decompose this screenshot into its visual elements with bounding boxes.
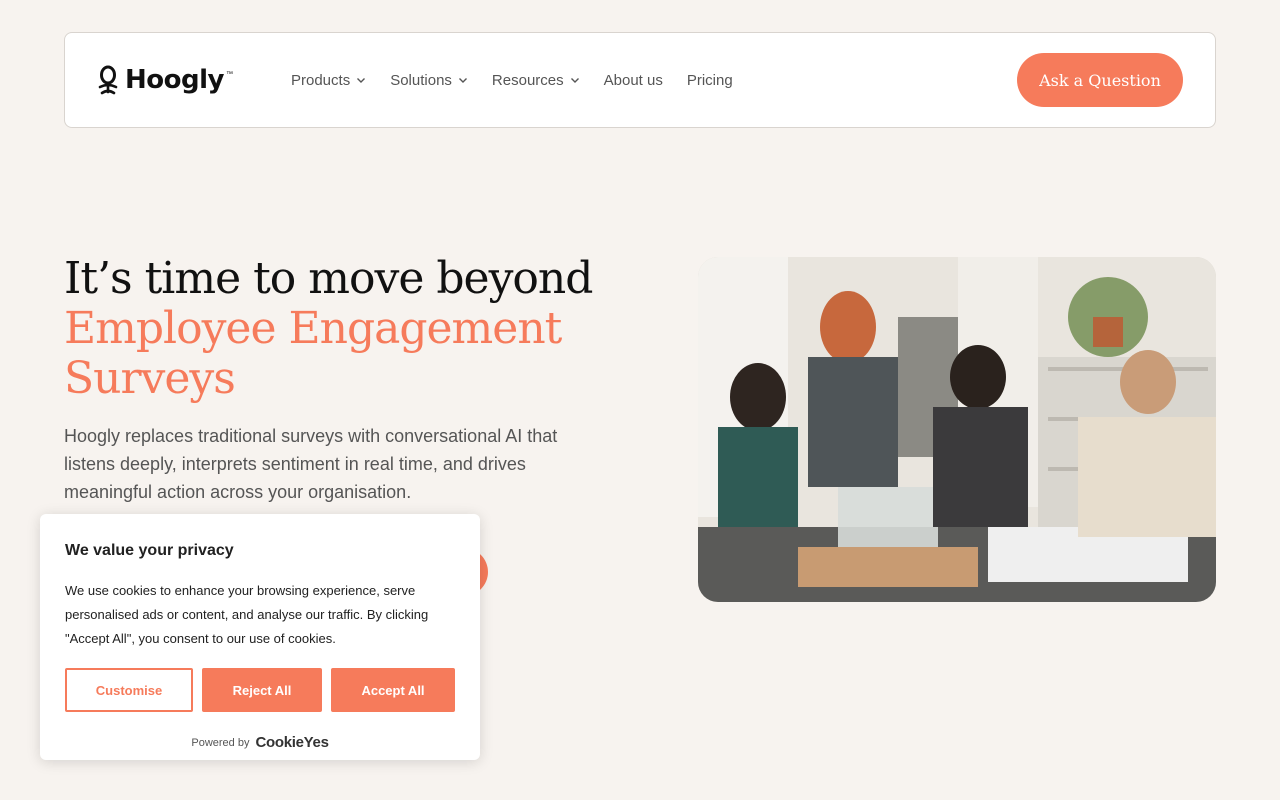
chevron-down-icon <box>357 78 366 83</box>
nav-item-solutions[interactable]: Solutions <box>390 72 468 89</box>
cookieyes-logo: CookieYes <box>255 734 329 751</box>
hero-description: Hoogly replaces traditional surveys with… <box>64 426 558 502</box>
accept-all-button[interactable]: Accept All <box>331 668 455 712</box>
hero-title-line: It’s time to move beyond <box>64 253 593 304</box>
customise-button[interactable]: Customise <box>65 668 193 712</box>
main-nav: Products Solutions Resources About us Pr… <box>291 72 733 89</box>
nav-item-about-us[interactable]: About us <box>604 72 663 89</box>
nav-item-label: Resources <box>491 71 564 89</box>
ask-question-button[interactable]: Ask a Question <box>1017 53 1183 107</box>
hero-title-accent-line: Surveys <box>64 353 236 404</box>
reject-all-button[interactable]: Reject All <box>202 668 322 712</box>
powered-by[interactable]: Powered by CookieYes <box>65 734 455 751</box>
cookie-banner-text: We use cookies to enhance your browsing … <box>65 583 429 646</box>
cookie-banner-title: We value your privacy <box>65 542 234 559</box>
nav-item-label: Solutions <box>390 71 452 89</box>
powered-by-label: Powered by <box>191 736 250 749</box>
cookie-button-row: Customise Reject All Accept All <box>65 668 455 712</box>
nav-item-resources[interactable]: Resources <box>492 72 580 89</box>
nav-item-label: Pricing <box>686 71 733 89</box>
hero-title: It’s time to move beyond Employee Engage… <box>64 254 664 404</box>
chevron-down-icon <box>570 78 579 83</box>
logo[interactable]: Hoogly ™ <box>97 65 291 95</box>
logo-trademark: ™ <box>225 71 233 78</box>
nav-item-label: Products <box>291 71 351 89</box>
cookie-consent-banner: We value your privacy We use cookies to … <box>40 514 480 760</box>
nav-item-label: About us <box>603 71 663 89</box>
hoogly-logo-icon <box>98 65 118 95</box>
chevron-down-icon <box>458 78 467 83</box>
nav-item-products[interactable]: Products <box>291 72 366 89</box>
site-header: Hoogly ™ Products Solutions Resources Ab… <box>64 32 1216 128</box>
hero-title-accent-line: Employee Engagement <box>64 303 562 354</box>
hero-photo <box>698 257 1216 602</box>
logo-text: Hoogly <box>125 65 224 95</box>
nav-item-pricing[interactable]: Pricing <box>687 72 733 89</box>
office-team-photo <box>698 257 1216 602</box>
